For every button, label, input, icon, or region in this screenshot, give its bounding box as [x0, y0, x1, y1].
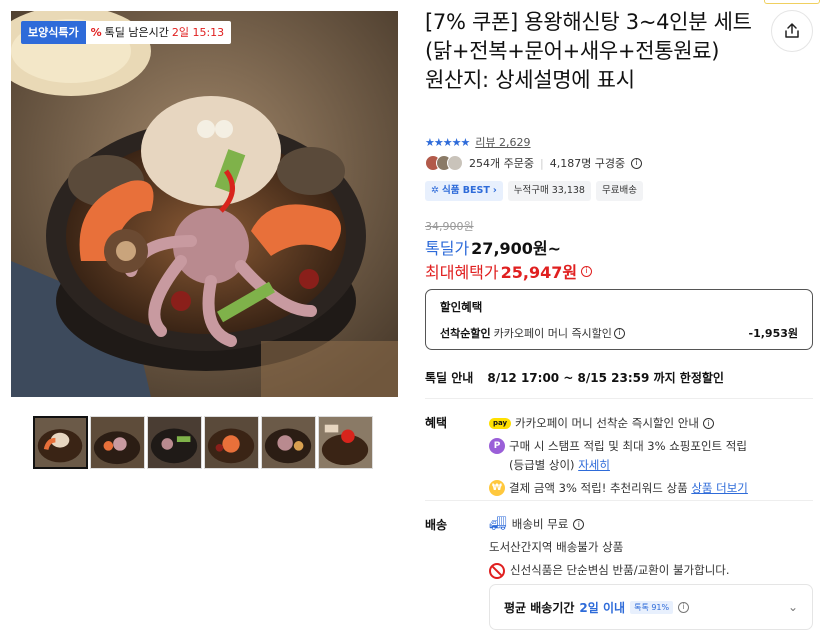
benefit-text-block: 결제 금액 3% 적립! 추천리워드 상품 상품 더보기 [509, 479, 748, 498]
avg-delivery-box[interactable]: 평균 배송기간 2일 이내 톡톡 91% i ⌄ [489, 584, 813, 630]
thumbnail-4[interactable] [204, 416, 259, 469]
star-rating-icon: ★★★★★ [425, 135, 470, 149]
shipping-fee-row: 🚚︎ 배송비 무료 i [489, 515, 730, 534]
benefits-label: 혜택 [425, 416, 448, 430]
viewers-count: 4,187명 구경중 [549, 157, 626, 170]
benefits-list: pay 카카오페이 머니 선착순 즉시할인 안내 i P 구매 시 스탬프 적립… [489, 414, 809, 502]
free-shipping-chip: 무료배송 [595, 181, 643, 201]
more-products-link[interactable]: 상품 더보기 [691, 481, 748, 495]
shipping-list: 🚚︎ 배송비 무료 i 도서산간지역 배송불가 상품 신선식품은 단순변심 반품… [489, 515, 730, 584]
product-chips: ✲ 식품 BEST › 누적구매 33,138 무료배송 [425, 181, 643, 201]
divider [425, 500, 813, 501]
product-title-text: [7% 쿠폰] 용왕해신탕 3~4인분 세트 (닭+전복+문어+새우+전통원료)… [425, 10, 752, 92]
buyer-avatars [425, 155, 463, 171]
prohibited-icon [489, 562, 505, 579]
chevron-down-icon: ⌄ [787, 600, 798, 614]
info-icon[interactable]: i [573, 519, 585, 530]
original-price: 34,900원 [425, 220, 474, 233]
social-proof-row: 254개 주문중 | 4,187명 구경중 i [425, 155, 643, 171]
discount-heading: 할인혜택 [440, 300, 483, 314]
orders-count: 254개 주문중 [469, 157, 534, 170]
shipping-notice: 신선식품은 단순변심 반품/교환이 불가합니다. [510, 563, 730, 577]
share-icon [785, 23, 799, 38]
product-title: [7% 쿠폰] 용왕해신탕 3~4인분 세트 (닭+전복+문어+새우+전통원료)… [425, 8, 765, 95]
benefit-item: pay 카카오페이 머니 선착순 즉시할인 안내 i [489, 414, 809, 433]
benefit-item: P 구매 시 스탬프 적립 및 최대 3% 쇼핑포인트 적립 (등급별 상이) … [489, 437, 809, 475]
discount-desc-text: 카카오페이 머니 즉시할인 [493, 327, 612, 340]
main-product-image[interactable]: 보양식특가 % 톡딜 남은시간 2일 15:13 [11, 11, 398, 397]
details-link[interactable]: 자세히 [578, 458, 610, 472]
shipping-restriction: 도서산간지역 배송불가 상품 [489, 540, 624, 554]
shipping-fee: 배송비 무료 [511, 517, 569, 531]
chevron-right-icon: › [492, 185, 497, 196]
info-icon[interactable]: i [613, 327, 625, 339]
discount-row: 선착순할인 카카오페이 머니 즉시할인 i -1,953원 [440, 325, 798, 341]
shipping-restriction-row: 도서산간지역 배송불가 상품 [489, 538, 730, 557]
thumbnail-1[interactable] [33, 416, 88, 469]
timer-label: 톡딜 남은시간 [104, 26, 169, 39]
discount-box: 할인혜택 선착순할인 카카오페이 머니 즉시할인 i -1,953원 [425, 289, 813, 350]
benefit-text-block: 구매 시 스탬프 적립 및 최대 3% 쇼핑포인트 적립 (등급별 상이) 자세… [509, 437, 747, 475]
thumbnail-strip [33, 416, 373, 469]
benefit-text: 구매 시 스탬프 적립 및 최대 3% 쇼핑포인트 적립 [509, 439, 747, 453]
deal-price: 톡딜가 27,900원~ [425, 235, 561, 259]
avg-delivery-label: 평균 배송기간 [504, 600, 575, 615]
best-chip[interactable]: ✲ 식품 BEST › [425, 181, 503, 201]
info-icon[interactable]: i [702, 418, 714, 429]
category-badge: 보양식특가 [21, 21, 86, 44]
thumbnail-3[interactable] [147, 416, 202, 469]
divider [425, 398, 813, 399]
product-photo-illustration [11, 11, 398, 397]
benefit-text: 카카오페이 머니 선착순 즉시할인 안내 [515, 416, 699, 430]
gear-badge-icon: ✲ [431, 185, 439, 196]
deal-info: 톡딜 안내 8/12 17:00 ~ 8/15 23:59 까지 한정할인 [425, 369, 724, 386]
info-icon[interactable]: i [678, 601, 690, 613]
avatar [447, 155, 463, 171]
coin-icon: ₩ [489, 480, 505, 496]
truck-icon: 🚚︎ [489, 516, 507, 532]
benefit-text: 결제 금액 3% 적립! 추천리워드 상품 [509, 481, 688, 495]
info-icon[interactable]: i [631, 157, 643, 169]
divider: | [539, 156, 544, 170]
timer-badge: % 톡딜 남은시간 2일 15:13 [85, 21, 232, 44]
point-icon: P [489, 438, 505, 454]
discount-type: 선착순할인 [440, 327, 491, 340]
share-button[interactable] [771, 10, 813, 52]
badge-row: 보양식특가 % 톡딜 남은시간 2일 15:13 [21, 21, 232, 44]
timer-value: 2일 15:13 [171, 26, 225, 39]
benefit-sub: (등급별 상이) [509, 458, 575, 472]
percent-icon: % [90, 26, 102, 39]
max-benefit-price: 최대혜택가 25,947원 i [425, 259, 593, 283]
rating-row: ★★★★★ 리뷰 2,629 [425, 134, 531, 150]
deal-price-label: 톡딜가 [425, 239, 470, 258]
shipping-notice-row: 신선식품은 단순변심 반품/교환이 불가합니다. [489, 561, 730, 580]
cumulative-sales-chip: 누적구매 33,138 [507, 181, 591, 201]
thumbnail-2[interactable] [90, 416, 145, 469]
deal-price-value: 27,900원~ [471, 239, 562, 258]
shipping-label: 배송 [425, 518, 448, 532]
benefit-item: ₩ 결제 금액 3% 적립! 추천리워드 상품 상품 더보기 [489, 479, 809, 498]
discount-amount: -1,953원 [748, 327, 798, 340]
max-price-value: 25,947원 [500, 263, 578, 282]
best-chip-label: 식품 BEST [441, 185, 490, 196]
share-hint-tab [764, 0, 820, 4]
review-link[interactable]: 리뷰 2,629 [475, 134, 530, 150]
discount-desc: 카카오페이 머니 즉시할인 i [494, 325, 625, 341]
thumbnail-6[interactable] [318, 416, 373, 469]
delivery-rate-pill: 톡톡 91% [630, 600, 674, 614]
thumbnail-5[interactable] [261, 416, 316, 469]
max-price-label: 최대혜택가 [425, 263, 499, 282]
avg-delivery-days: 2일 이내 [579, 600, 626, 615]
info-icon[interactable]: i [581, 265, 593, 277]
kakaopay-icon: pay [489, 418, 511, 429]
deal-info-label: 톡딜 안내 [425, 371, 474, 385]
deal-info-period: 8/12 17:00 ~ 8/15 23:59 까지 한정할인 [487, 371, 724, 385]
